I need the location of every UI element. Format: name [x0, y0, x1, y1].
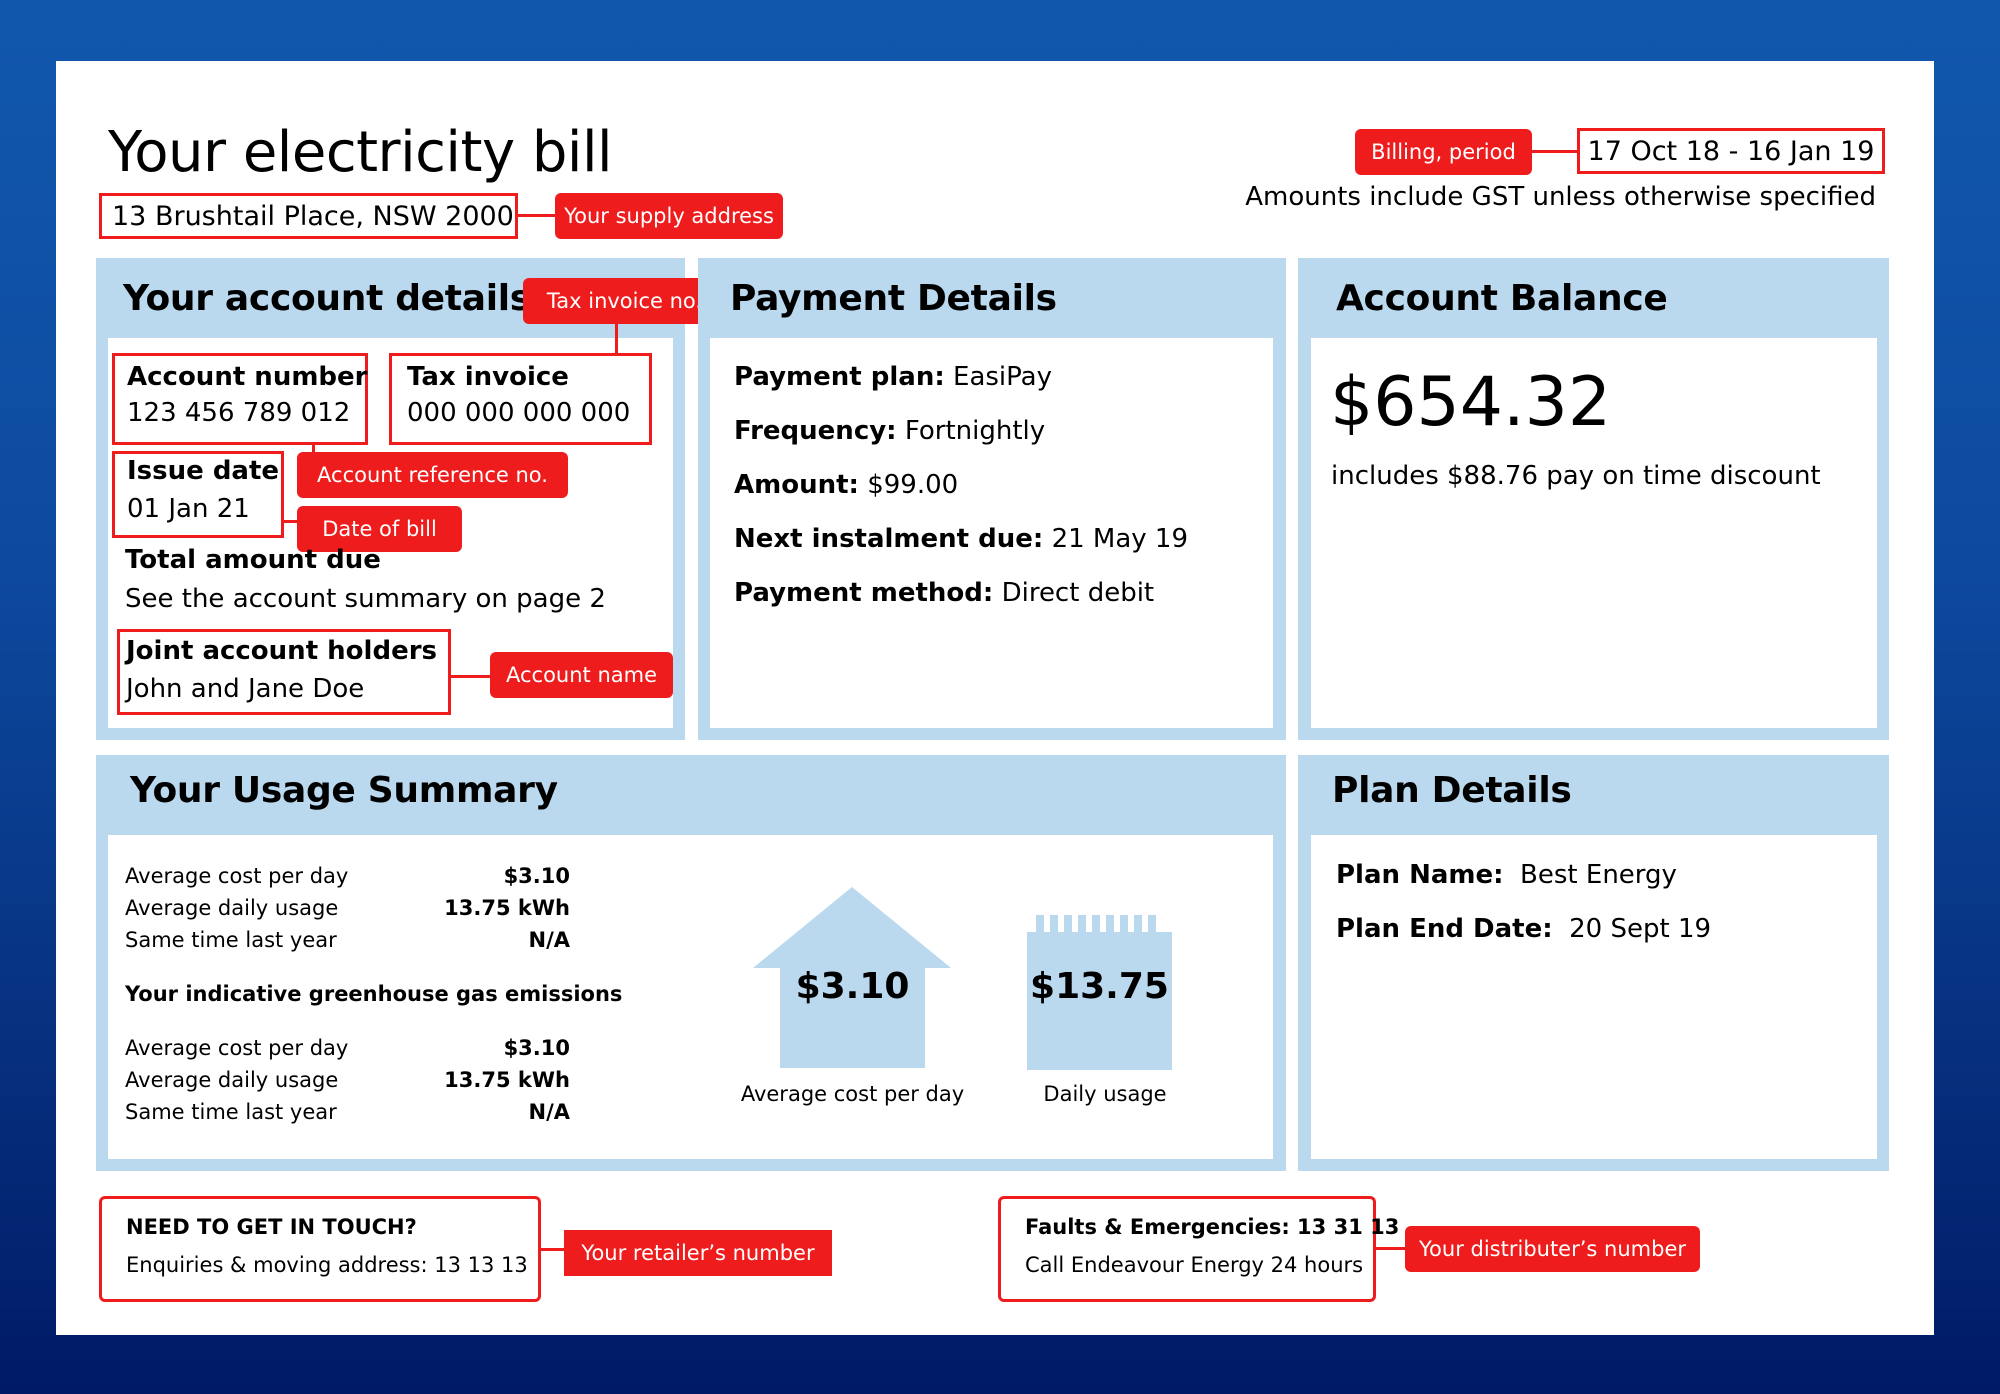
- row-value: Best Energy: [1520, 860, 1677, 890]
- distributor-phone-text: Call Endeavour Energy 24 hours: [1025, 1253, 1364, 1277]
- issue-date: 01 Jan 21: [127, 494, 250, 524]
- usage-row: Same time last year N/A: [125, 1100, 570, 1132]
- row-label: Amount:: [734, 470, 859, 500]
- house-caption: Average cost per day: [740, 1082, 965, 1106]
- row-value: 20 Sept 19: [1569, 914, 1712, 944]
- meter-value: $13.75: [1030, 966, 1169, 1007]
- retailer-phone-text: Enquiries & moving address: 13 13 13: [126, 1253, 528, 1277]
- row-label: Plan Name:: [1336, 860, 1504, 890]
- frequency-row: Frequency: Fortnightly: [734, 416, 1188, 470]
- usage-value: $3.10: [503, 1036, 570, 1060]
- usage-row: Average daily usage 13.75 kWh: [125, 896, 570, 928]
- house-value: $3.10: [795, 966, 910, 1007]
- usage-value: 13.75 kWh: [444, 896, 570, 920]
- account-number-label: Account number: [127, 362, 368, 392]
- row-value: 21 May 19: [1051, 524, 1189, 554]
- page-title: Your electricity bill: [108, 120, 613, 185]
- plan-end-date-row: Plan End Date: 20 Sept 19: [1336, 914, 1711, 968]
- usage-label: Average cost per day: [125, 1036, 349, 1060]
- usage-label: Same time last year: [125, 1100, 337, 1124]
- usage-row: Same time last year N/A: [125, 928, 570, 960]
- balance-amount: $654.32: [1330, 363, 1612, 442]
- retailer-number-tag: Your retailer’s number: [564, 1230, 832, 1276]
- billing-period-box: 17 Oct 18 - 16 Jan 19: [1577, 128, 1885, 174]
- plan-name-row: Plan Name: Best Energy: [1336, 860, 1711, 914]
- account-holders-label: Joint account holders: [126, 636, 437, 666]
- row-value: EasiPay: [953, 362, 1052, 392]
- amount-row: Amount: $99.00: [734, 470, 1188, 524]
- tax-invoice-number: 000 000 000 000: [407, 398, 631, 428]
- row-label: Payment method:: [734, 578, 994, 608]
- usage-label: Average cost per day: [125, 864, 349, 888]
- supply-address: 13 Brushtail Place, NSW 2000: [112, 200, 514, 232]
- account-holders: John and Jane Doe: [126, 674, 365, 704]
- usage-value: 13.75 kWh: [444, 1068, 570, 1092]
- payment-details-title: Payment Details: [730, 278, 1057, 319]
- total-due-label: Total amount due: [125, 545, 381, 575]
- usage-value: $3.10: [503, 864, 570, 888]
- connector-line: [1532, 150, 1577, 153]
- meter-teeth: [1036, 915, 1156, 935]
- distributor-heading: Faults & Emergencies: 13 31 13: [1025, 1215, 1400, 1239]
- usage-row: Average cost per day $3.10: [125, 864, 570, 896]
- meter-caption: Daily usage: [1043, 1082, 1167, 1106]
- emissions-heading: Your indicative greenhouse gas emissions: [125, 982, 623, 1006]
- account-name-tag: Account name: [490, 652, 673, 698]
- connector-line: [284, 520, 298, 523]
- next-instalment-row: Next instalment due: 21 May 19: [734, 524, 1188, 578]
- supply-address-tag: Your supply address: [555, 193, 783, 239]
- account-number-box: Account number 123 456 789 012: [112, 353, 368, 445]
- supply-address-box: 13 Brushtail Place, NSW 2000: [99, 193, 518, 239]
- usage-label: Average daily usage: [125, 896, 339, 920]
- balance-note: includes $88.76 pay on time discount: [1331, 461, 1821, 491]
- connector-line: [541, 1248, 565, 1251]
- tax-invoice-box: Tax invoice 000 000 000 000: [389, 353, 652, 445]
- connector-line: [615, 324, 618, 354]
- distributor-contact-box: Faults & Emergencies: 13 31 13 Call Ende…: [998, 1196, 1399, 1302]
- payment-method-row: Payment method: Direct debit: [734, 578, 1188, 632]
- plan-details-list: Plan Name: Best Energy Plan End Date: 20…: [1336, 860, 1711, 968]
- row-label: Next instalment due:: [734, 524, 1044, 554]
- row-label: Plan End Date:: [1336, 914, 1553, 944]
- gst-note: Amounts include GST unless otherwise spe…: [1245, 182, 1876, 212]
- usage-value: N/A: [528, 928, 571, 952]
- retailer-heading: NEED TO GET IN TOUCH?: [126, 1215, 417, 1239]
- row-label: Frequency:: [734, 416, 897, 446]
- issue-date-label: Issue date: [127, 456, 280, 486]
- payment-details-list: Payment plan: EasiPay Frequency: Fortnig…: [734, 362, 1188, 632]
- account-details-title: Your account details: [123, 278, 531, 319]
- account-reference-tag: Account reference no.: [297, 452, 568, 498]
- usage-value: N/A: [528, 1100, 571, 1124]
- plan-details-title: Plan Details: [1332, 770, 1572, 811]
- connector-line: [451, 675, 491, 678]
- usage-table-1: Average cost per day $3.10 Average daily …: [125, 864, 570, 960]
- tax-invoice-label: Tax invoice: [407, 362, 569, 392]
- usage-label: Same time last year: [125, 928, 337, 952]
- tax-invoice-tag: Tax invoice no.: [523, 278, 726, 324]
- total-due-text: See the account summary on page 2: [125, 584, 606, 614]
- distributor-number-tag: Your distributer’s number: [1405, 1226, 1700, 1272]
- usage-row: Average daily usage 13.75 kWh: [125, 1068, 570, 1100]
- payment-plan-row: Payment plan: EasiPay: [734, 362, 1188, 416]
- row-value: Direct debit: [1001, 578, 1155, 608]
- account-number: 123 456 789 012: [127, 398, 351, 428]
- account-holders-box: Joint account holders John and Jane Doe: [117, 629, 451, 715]
- billing-period: 17 Oct 18 - 16 Jan 19: [1587, 135, 1875, 167]
- row-value: $99.00: [867, 470, 959, 500]
- row-label: Payment plan:: [734, 362, 945, 392]
- connector-line: [518, 214, 555, 217]
- issue-date-box: Issue date 01 Jan 21: [112, 451, 284, 538]
- usage-table-2: Average cost per day $3.10 Average daily …: [125, 1036, 570, 1132]
- account-balance-title: Account Balance: [1336, 278, 1668, 319]
- billing-period-tag: Billing, period: [1355, 129, 1532, 175]
- retailer-contact-box: NEED TO GET IN TOUCH? Enquiries & moving…: [99, 1196, 541, 1302]
- usage-label: Average daily usage: [125, 1068, 339, 1092]
- row-value: Fortnightly: [904, 416, 1046, 446]
- connector-line: [1376, 1247, 1406, 1250]
- usage-summary-title: Your Usage Summary: [130, 770, 558, 811]
- usage-row: Average cost per day $3.10: [125, 1036, 570, 1068]
